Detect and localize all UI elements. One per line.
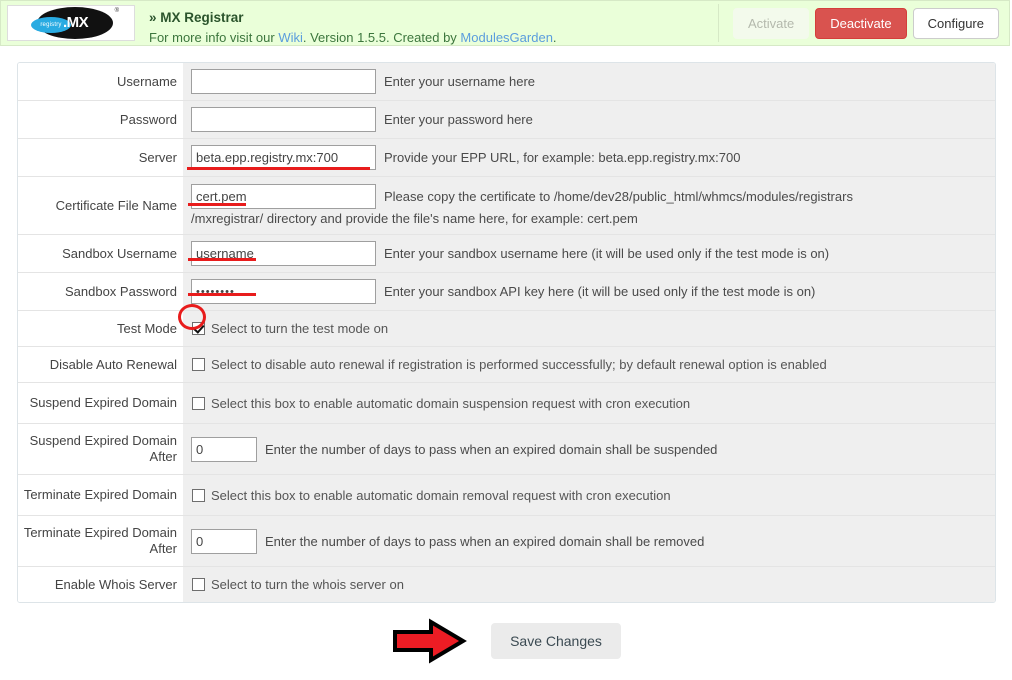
logo-trademark-icon: ® [114,8,119,14]
hint-suspend-expired-domain-after: Enter the number of days to pass when an… [265,441,718,457]
hint-suspend-expired-domain: Select this box to enable automatic doma… [211,395,691,411]
form-row-sandbox-password: Sandbox Password Enter your sandbox API … [18,273,995,311]
label-sandbox-username: Sandbox Username [18,235,183,272]
hint-terminate-expired-domain-after: Enter the number of days to pass when an… [265,533,705,549]
sandbox-username-input[interactable] [191,241,376,266]
form-row-terminate-expired-domain: Terminate Expired Domain Select this box… [18,475,995,516]
form-row-suspend-expired-domain: Suspend Expired Domain Select this box t… [18,383,995,424]
label-test-mode: Test Mode [18,311,183,346]
registry-logo: registry .MX ® [7,5,135,41]
label-terminate-expired-domain: Terminate Expired Domain [18,475,183,515]
hint-sandbox-password: Enter your sandbox API key here (it will… [384,284,816,299]
hint-disable-auto-renewal: Select to disable auto renewal if regist… [211,357,827,372]
form-row-disable-auto-renewal: Disable Auto Renewal Select to disable a… [18,347,995,383]
label-certificate-file-name: Certificate File Name [18,177,183,234]
subtitle-text-end: . [552,30,557,45]
hint-password: Enter your password here [384,112,533,127]
label-enable-whois-server: Enable Whois Server [18,567,183,602]
hint-username: Enter your username here [384,74,536,89]
annotation-underline-server [187,167,370,170]
label-sandbox-password: Sandbox Password [18,273,183,310]
module-settings-panel: Username Enter your username here Passwo… [17,62,996,603]
module-header: registry .MX ® » MX Registrar For more i… [0,0,1010,46]
hint-terminate-expired-domain: Select this box to enable automatic doma… [211,487,671,503]
annotation-underline-sandbox-password [188,293,256,296]
annotation-circle-test-mode [178,304,206,330]
activate-button[interactable]: Activate [732,7,810,39]
module-info: » MX Registrar For more info visit our W… [135,4,719,45]
form-row-test-mode: Test Mode Select to turn the test mode o… [18,311,995,347]
author-link[interactable]: ModulesGarden [460,30,553,45]
hint-certificate-line1: Please copy the certificate to /home/dev… [384,189,853,204]
form-row-certificate-file-name: Certificate File Name Please copy the ce… [18,177,995,235]
suspend-expired-domain-checkbox[interactable] [192,396,205,410]
module-subtitle: For more info visit our Wiki. Version 1.… [149,28,718,47]
form-row-suspend-expired-domain-after: Suspend Expired Domain After Enter the n… [18,424,995,475]
label-server: Server [18,139,183,176]
annotation-underline-sandbox-username [188,258,256,261]
terminate-expired-domain-after-input[interactable] [191,528,257,554]
module-title: » MX Registrar [149,10,244,25]
form-row-password: Password Enter your password here [18,101,995,139]
configure-button[interactable]: Configure [912,7,999,39]
hint-test-mode: Select to turn the test mode on [211,321,389,336]
label-suspend-expired-domain: Suspend Expired Domain [18,383,183,423]
deactivate-button[interactable]: Deactivate [815,7,907,39]
wiki-link[interactable]: Wiki [278,30,303,45]
username-input[interactable] [191,69,376,94]
module-action-buttons: Activate Deactivate Configure [719,1,1009,45]
hint-server: Provide your EPP URL, for example: beta.… [384,150,741,165]
annotation-arrow-icon [391,618,467,664]
form-row-sandbox-username: Sandbox Username Enter your sandbox user… [18,235,995,273]
label-username: Username [18,63,183,100]
logo-mx-text: .MX [63,14,89,31]
sandbox-password-input[interactable] [191,279,376,304]
terminate-expired-domain-checkbox[interactable] [192,488,205,502]
form-row-username: Username Enter your username here [18,63,995,101]
suspend-expired-domain-after-input[interactable] [191,436,257,462]
disable-auto-renewal-checkbox[interactable] [192,358,205,371]
hint-sandbox-username: Enter your sandbox username here (it wil… [384,246,830,261]
form-row-enable-whois-server: Enable Whois Server Select to turn the w… [18,567,995,602]
enable-whois-server-checkbox[interactable] [192,578,205,591]
form-footer: Save Changes [0,618,1012,664]
label-terminate-expired-domain-after: Terminate Expired Domain After [18,516,183,566]
annotation-underline-certificate [188,203,246,206]
form-row-terminate-expired-domain-after: Terminate Expired Domain After Enter the… [18,516,995,567]
form-row-server: Server Provide your EPP URL, for example… [18,139,995,177]
label-password: Password [18,101,183,138]
hint-certificate-line2: /mxregistrar/ directory and provide the … [191,211,638,226]
hint-enable-whois-server: Select to turn the whois server on [211,577,404,592]
password-input[interactable] [191,107,376,132]
save-changes-button[interactable]: Save Changes [491,623,621,659]
label-suspend-expired-domain-after: Suspend Expired Domain After [18,424,183,474]
subtitle-text-pre: For more info visit our [149,30,279,45]
label-disable-auto-renewal: Disable Auto Renewal [18,347,183,382]
subtitle-text-mid: . Version 1.5.5. Created by [302,30,461,45]
